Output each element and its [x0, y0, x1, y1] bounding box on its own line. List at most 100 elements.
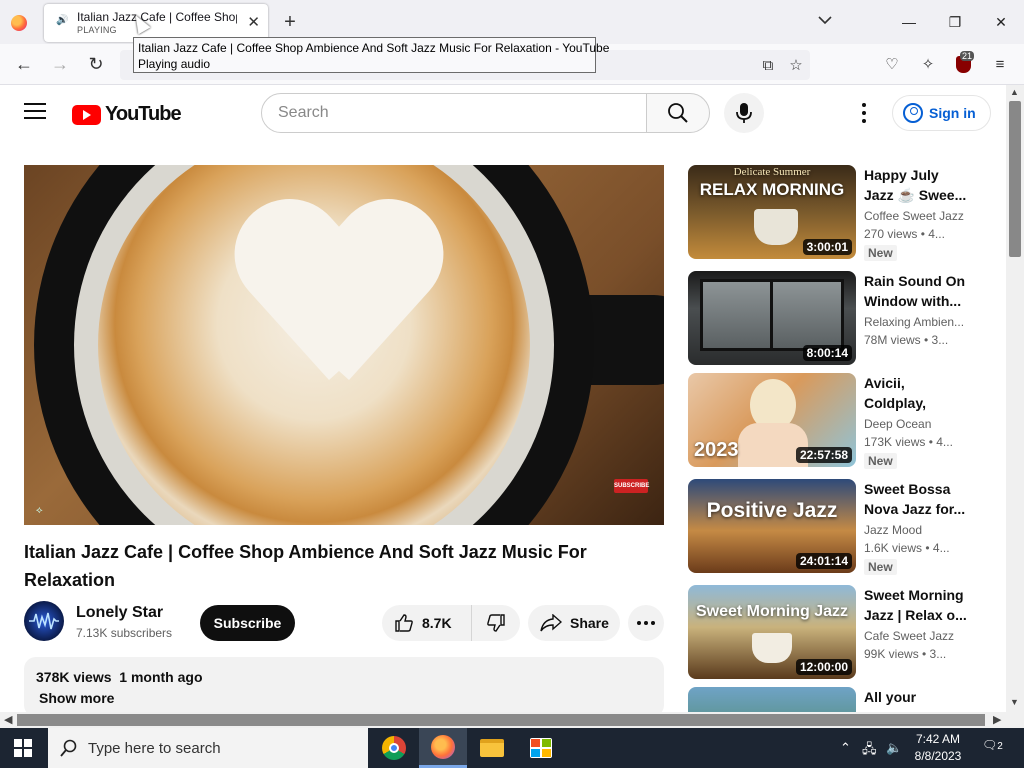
windows-start-icon[interactable] [14, 739, 32, 757]
horizontal-scrollbar[interactable]: ◀ ▶ [0, 712, 1024, 728]
new-badge: New [864, 559, 897, 575]
channel-watermark-icon[interactable]: ⟡ [36, 505, 50, 516]
vertical-scroll-thumb[interactable] [1009, 101, 1021, 257]
hamburger-menu-icon[interactable] [24, 103, 46, 121]
thumbnail-title: Sweet Morning Jazz [695, 603, 849, 620]
show-more-link[interactable]: Show more [39, 690, 114, 706]
sign-in-button[interactable]: Sign in [892, 95, 991, 131]
video-duration: 24:01:14 [795, 553, 852, 569]
minimize-button[interactable]: — [886, 0, 932, 44]
volume-icon[interactable]: 🔈 [886, 740, 902, 756]
view-count: 378K views [36, 669, 112, 685]
recommended-title[interactable]: Sweet Bossa Nova Jazz for... [864, 479, 968, 519]
scroll-right-arrow-icon[interactable]: ▶ [993, 713, 1001, 726]
firefox-view-button[interactable] [6, 10, 32, 36]
maximize-button[interactable]: ❐ [932, 0, 978, 44]
video-thumbnail[interactable]: Delicate Summer RELAX MORNING 3:00:01 [688, 165, 856, 259]
reload-button[interactable]: ↻ [84, 52, 108, 76]
tab-title: Italian Jazz Cafe | Coffee Shop [77, 10, 237, 24]
network-icon[interactable]: 🖧 [862, 740, 877, 762]
recommended-channel[interactable]: Jazz Mood [864, 523, 922, 537]
thumbs-up-icon [395, 614, 413, 632]
horizontal-scroll-thumb[interactable] [17, 714, 985, 726]
tooltip-title: Italian Jazz Cafe | Coffee Shop Ambience… [138, 41, 610, 55]
video-thumbnail[interactable]: 2023 22:57:58 [688, 373, 856, 467]
recommended-channel[interactable]: Deep Ocean [864, 417, 931, 431]
video-duration: 3:00:01 [802, 239, 852, 255]
settings-kebab-icon[interactable] [856, 103, 872, 123]
tab-status: PLAYING [77, 25, 117, 35]
share-button[interactable]: Share [528, 605, 620, 641]
soundwave-icon [29, 612, 59, 630]
chevron-up-icon[interactable]: ⌃ [840, 740, 851, 756]
scroll-up-arrow-icon[interactable]: ▲ [1010, 87, 1019, 97]
windows-taskbar: Type here to search ⌃ 🖧 🔈 7:42 AM 8/8/20… [0, 728, 1024, 768]
search-button[interactable] [646, 93, 710, 133]
file-explorer-taskbar-button[interactable] [468, 728, 516, 768]
thumbs-down-icon [487, 614, 505, 632]
video-player[interactable]: SUBSCRIBE ⟡ [24, 165, 664, 525]
scroll-left-arrow-icon[interactable]: ◀ [4, 713, 12, 726]
taskbar-search-placeholder: Type here to search [88, 739, 221, 757]
taskbar-search[interactable]: Type here to search [48, 728, 368, 768]
recommended-video[interactable]: Sweet Morning Jazz 12:00:00 Sweet Mornin… [688, 585, 988, 681]
recommended-video[interactable]: Delicate Summer RELAX MORNING 3:00:01 Ha… [688, 165, 988, 261]
video-duration: 8:00:14 [802, 345, 852, 361]
search-input[interactable]: Search [261, 93, 647, 133]
scroll-down-arrow-icon[interactable]: ▼ [1010, 697, 1019, 707]
like-button[interactable]: 8.7K [382, 605, 472, 641]
menu-icon[interactable]: ≡ [988, 52, 1012, 76]
video-thumbnail[interactable]: 8:00:14 [688, 271, 856, 365]
chevron-down-icon[interactable] [817, 12, 833, 28]
recommended-video[interactable]: All your worries [688, 687, 988, 712]
dislike-button[interactable] [472, 613, 520, 633]
video-thumbnail[interactable]: Positive Jazz 24:01:14 [688, 479, 856, 573]
chrome-taskbar-button[interactable] [370, 728, 418, 768]
speaker-icon[interactable]: 🔊 [56, 15, 68, 26]
recommended-title[interactable]: All your worries [864, 687, 968, 712]
recommended-title[interactable]: Sweet Morning Jazz | Relax o... [864, 585, 968, 625]
vertical-scrollbar[interactable]: ▲ ▼ [1006, 85, 1024, 712]
recommended-channel[interactable]: Coffee Sweet Jazz [864, 209, 964, 223]
forward-button[interactable]: → [48, 52, 72, 76]
subscribe-watermark[interactable]: SUBSCRIBE [614, 479, 649, 493]
picture-in-picture-icon[interactable]: ⧉ [758, 55, 778, 75]
recommended-video[interactable]: 8:00:14 Rain Sound On Window with... Rel… [688, 271, 988, 367]
subscribe-button[interactable]: Subscribe [200, 605, 295, 641]
recommended-video[interactable]: 2023 22:57:58 Avicii, Coldplay, Martin G… [688, 373, 988, 469]
store-taskbar-button[interactable] [517, 728, 565, 768]
new-tab-button[interactable]: + [280, 10, 300, 34]
recommended-title[interactable]: Happy July Jazz ☕ Swee... [864, 165, 968, 205]
more-actions-button[interactable] [628, 605, 664, 641]
firefox-icon [11, 15, 27, 31]
video-thumbnail[interactable]: Sweet Morning Jazz 12:00:00 [688, 585, 856, 679]
description-box[interactable]: 378K views 1 month ago Show more [24, 657, 664, 717]
youtube-logo[interactable]: YouTube [72, 103, 182, 126]
recommended-video[interactable]: Positive Jazz 24:01:14 Sweet Bossa Nova … [688, 479, 988, 575]
bookmark-star-icon[interactable]: ☆ [786, 55, 806, 75]
pocket-icon[interactable]: ♡ [880, 52, 904, 76]
system-clock[interactable]: 7:42 AM 8/8/2023 [906, 731, 970, 765]
extensions-icon[interactable]: ✧ [916, 52, 940, 76]
channel-avatar[interactable] [24, 601, 64, 641]
close-tab-icon[interactable]: ✕ [247, 13, 260, 31]
new-badge: New [864, 245, 897, 261]
video-thumbnail[interactable] [688, 687, 856, 712]
firefox-taskbar-button[interactable] [419, 728, 467, 768]
recommended-title[interactable]: Avicii, Coldplay, Martin Garrix ... [864, 373, 968, 413]
thumbnail-cup [752, 633, 792, 663]
channel-name[interactable]: Lonely Star [76, 604, 163, 622]
back-button[interactable]: ← [12, 52, 36, 76]
recommended-title[interactable]: Rain Sound On Window with... [864, 271, 968, 311]
notification-center-icon[interactable]: 🗨2 [982, 738, 1003, 752]
latte-art-heart [239, 205, 439, 405]
window-frame [770, 279, 773, 351]
thumbnail-cup [754, 209, 798, 245]
voice-search-button[interactable] [724, 93, 764, 133]
close-window-button[interactable]: ✕ [978, 0, 1024, 44]
subscriber-count: 7.13K subscribers [76, 626, 173, 640]
recommended-channel[interactable]: Cafe Sweet Jazz [864, 629, 954, 643]
share-arrow-icon [540, 614, 562, 632]
video-duration: 22:57:58 [795, 447, 852, 463]
recommended-channel[interactable]: Relaxing Ambien... [864, 315, 964, 329]
